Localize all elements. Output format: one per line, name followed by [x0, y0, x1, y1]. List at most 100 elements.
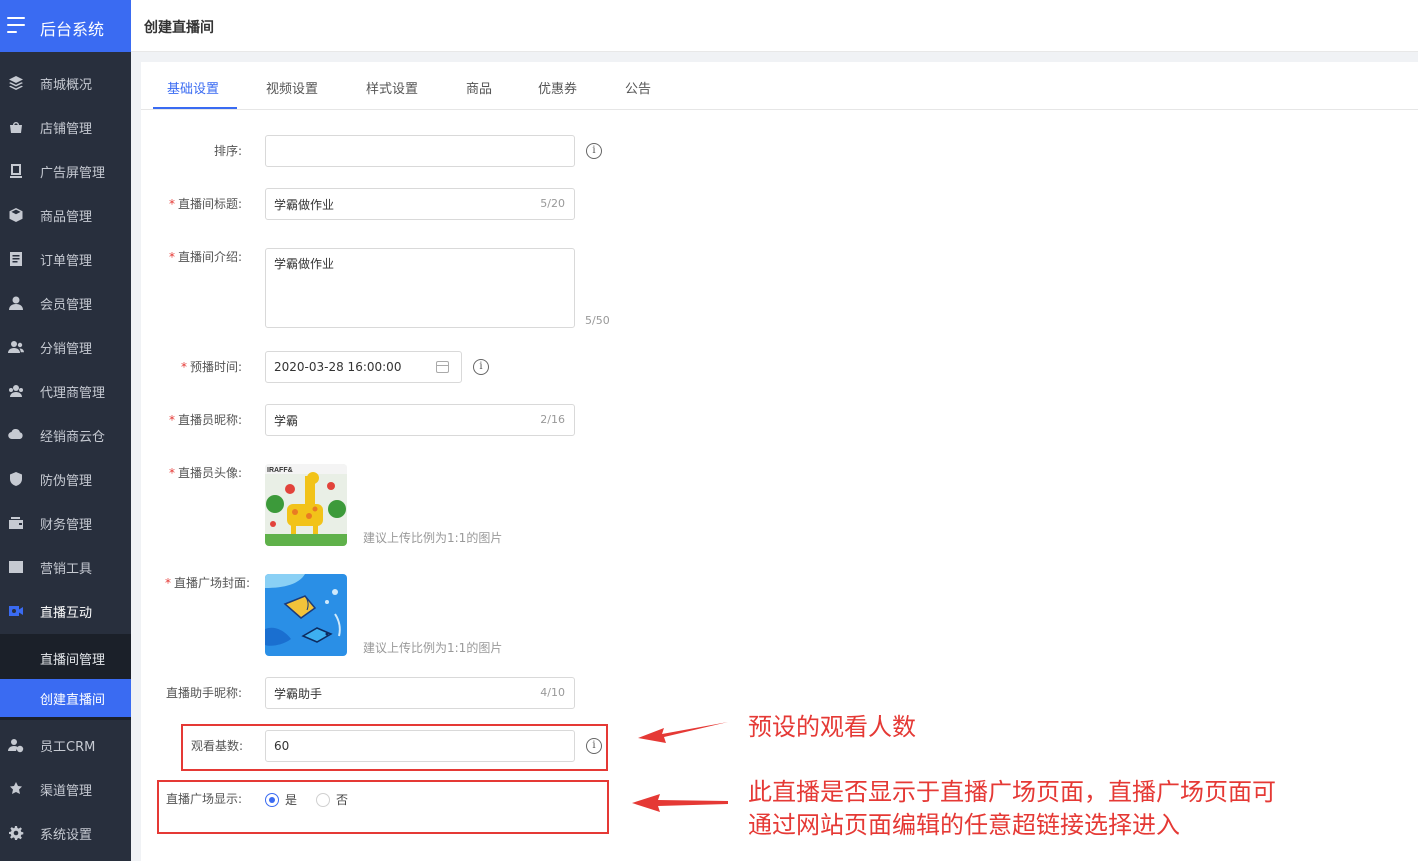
sidebar-item-products[interactable]: 商品管理: [0, 193, 131, 237]
svg-text:IRAFF&: IRAFF&: [267, 467, 293, 474]
sidebar-item-label: 直播互动: [40, 605, 93, 621]
tab-basic-settings[interactable]: 基础设置: [167, 78, 219, 97]
title-input[interactable]: 学霸做作业 5/20: [265, 188, 575, 220]
tab-announcements[interactable]: 公告: [625, 78, 651, 97]
info-icon[interactable]: i: [473, 359, 489, 375]
sort-input[interactable]: [265, 135, 575, 167]
order-icon: [8, 251, 24, 267]
tab-video-settings[interactable]: 视频设置: [266, 78, 318, 97]
datetime-picker[interactable]: 2020-03-28 16:00:00: [265, 351, 462, 383]
shield-icon: [8, 471, 24, 487]
intro-textarea[interactable]: 学霸做作业: [265, 248, 575, 328]
avatar-upload-hint: 建议上传比例为1:1的图片: [363, 531, 503, 545]
annotation-square-note-line2: 通过网站页面编辑的任意超链接选择进入: [748, 811, 1180, 839]
sidebar-item-label: 商城概况: [40, 77, 93, 93]
submenu-item-live-room-manage[interactable]: 直播间管理: [0, 639, 131, 677]
user-icon: [8, 295, 24, 311]
app-root: 后台系统 商城概况 店铺管理 广告屏管理 商品管理 订单管理 会员管理 分销管理…: [0, 0, 1418, 861]
screen-icon: [8, 163, 24, 179]
submenu-label: 直播间管理: [40, 652, 106, 668]
info-icon[interactable]: i: [586, 143, 602, 159]
tab-bar: 基础设置 视频设置 样式设置 商品 优惠券 公告: [141, 62, 1418, 110]
sidebar-item-label: 财务管理: [40, 517, 93, 533]
fish-artwork-image: [265, 574, 347, 656]
intro-value: 学霸做作业: [274, 257, 335, 271]
avatar-label-text: 直播员头像:: [178, 466, 243, 480]
assistant-name-input[interactable]: 学霸助手 4/10: [265, 677, 575, 709]
sidebar-item-label: 分销管理: [40, 341, 93, 357]
sidebar-item-label: 防伪管理: [40, 473, 93, 489]
anchor-name-label: * 直播员昵称:: [169, 413, 243, 427]
sidebar-item-label: 代理商管理: [40, 385, 106, 401]
title-char-count: 5/20: [540, 197, 565, 210]
sidebar-item-members[interactable]: 会员管理: [0, 281, 131, 325]
sidebar-item-overview[interactable]: 商城概况: [0, 61, 131, 105]
sidebar-item-settings[interactable]: 系统设置: [0, 811, 131, 855]
hamburger-icon[interactable]: [7, 17, 25, 33]
sidebar-item-shop[interactable]: 店铺管理: [0, 105, 131, 149]
cover-upload-image[interactable]: [265, 574, 347, 656]
active-tab-indicator: [153, 107, 237, 109]
warehouse-icon: [8, 427, 24, 443]
assistant-name-char-count: 4/10: [540, 686, 565, 699]
cover-label-text: 直播广场封面:: [174, 576, 251, 590]
sidebar-item-marketing[interactable]: 营销工具: [0, 545, 131, 589]
sidebar-item-channels[interactable]: 渠道管理: [0, 767, 131, 811]
sidebar-item-live[interactable]: 直播互动: [0, 589, 131, 633]
sidebar-item-label: 商品管理: [40, 209, 93, 225]
annotation-square-note-line1: 此直播是否显示于直播广场页面，直播广场页面可: [748, 778, 1276, 806]
annotation-box-base-views: [181, 724, 608, 771]
anchor-name-label-text: 直播员昵称:: [178, 413, 243, 427]
sidebar-item-warehouse[interactable]: 经销商云仓: [0, 413, 131, 457]
video-icon: [8, 603, 24, 619]
tab-coupons[interactable]: 优惠券: [538, 78, 577, 97]
layers-icon: [8, 75, 24, 91]
anchor-name-input[interactable]: 学霸 2/16: [265, 404, 575, 436]
channel-icon: [8, 781, 24, 797]
anchor-name-value: 学霸: [274, 413, 299, 428]
sidebar-item-anti-fake[interactable]: 防伪管理: [0, 457, 131, 501]
title-value: 学霸做作业: [274, 197, 335, 212]
sidebar-item-label: 员工CRM: [40, 739, 96, 755]
agent-icon: [8, 383, 24, 399]
chart-icon: [8, 559, 24, 575]
sidebar: 后台系统 商城概况 店铺管理 广告屏管理 商品管理 订单管理 会员管理 分销管理…: [0, 0, 131, 861]
sort-label: 排序:: [214, 144, 243, 158]
sidebar-item-label: 订单管理: [40, 253, 93, 269]
sidebar-item-label: 会员管理: [40, 297, 93, 313]
sidebar-item-orders[interactable]: 订单管理: [0, 237, 131, 281]
wallet-icon: [8, 515, 24, 531]
gear-icon: [8, 825, 24, 841]
intro-label: * 直播间介绍:: [169, 250, 243, 264]
intro-label-text: 直播间介绍:: [178, 250, 243, 264]
datetime-value: 2020-03-28 16:00:00: [274, 360, 402, 374]
sidebar-item-distribution[interactable]: 分销管理: [0, 325, 131, 369]
calendar-icon: [436, 361, 449, 373]
cover-upload-hint: 建议上传比例为1:1的图片: [363, 641, 503, 655]
avatar-upload-image[interactable]: IRAFF&: [265, 464, 347, 546]
submenu-item-create-live-room[interactable]: 创建直播间: [0, 679, 131, 717]
time-label-text: 预播时间:: [190, 360, 243, 374]
title-label: * 直播间标题:: [169, 197, 243, 211]
sidebar-item-label: 系统设置: [40, 827, 93, 843]
shop-icon: [8, 119, 24, 135]
avatar-label: * 直播员头像:: [169, 466, 243, 480]
assistant-label: 直播助手昵称:: [166, 686, 243, 700]
sidebar-item-label: 广告屏管理: [40, 165, 106, 181]
tab-products[interactable]: 商品: [466, 78, 492, 97]
sidebar-item-finance[interactable]: 财务管理: [0, 501, 131, 545]
tab-style-settings[interactable]: 样式设置: [366, 78, 418, 97]
sidebar-item-staff-crm[interactable]: 员工CRM: [0, 723, 131, 767]
cover-label: * 直播广场封面:: [165, 576, 251, 590]
assistant-name-value: 学霸助手: [274, 686, 323, 701]
submenu-label: 创建直播间: [40, 692, 106, 708]
annotation-views-note: 预设的观看人数: [748, 713, 916, 741]
annotation-box-square-display: [157, 780, 609, 834]
sidebar-item-label: 店铺管理: [40, 121, 93, 137]
sidebar-item-agents[interactable]: 代理商管理: [0, 369, 131, 413]
brand-title: 后台系统: [40, 20, 105, 39]
annotation-arrow-icon: [632, 794, 728, 812]
intro-char-count: 5/50: [585, 314, 610, 327]
breadcrumb: 创建直播间: [144, 20, 214, 36]
sidebar-item-ad-screen[interactable]: 广告屏管理: [0, 149, 131, 193]
